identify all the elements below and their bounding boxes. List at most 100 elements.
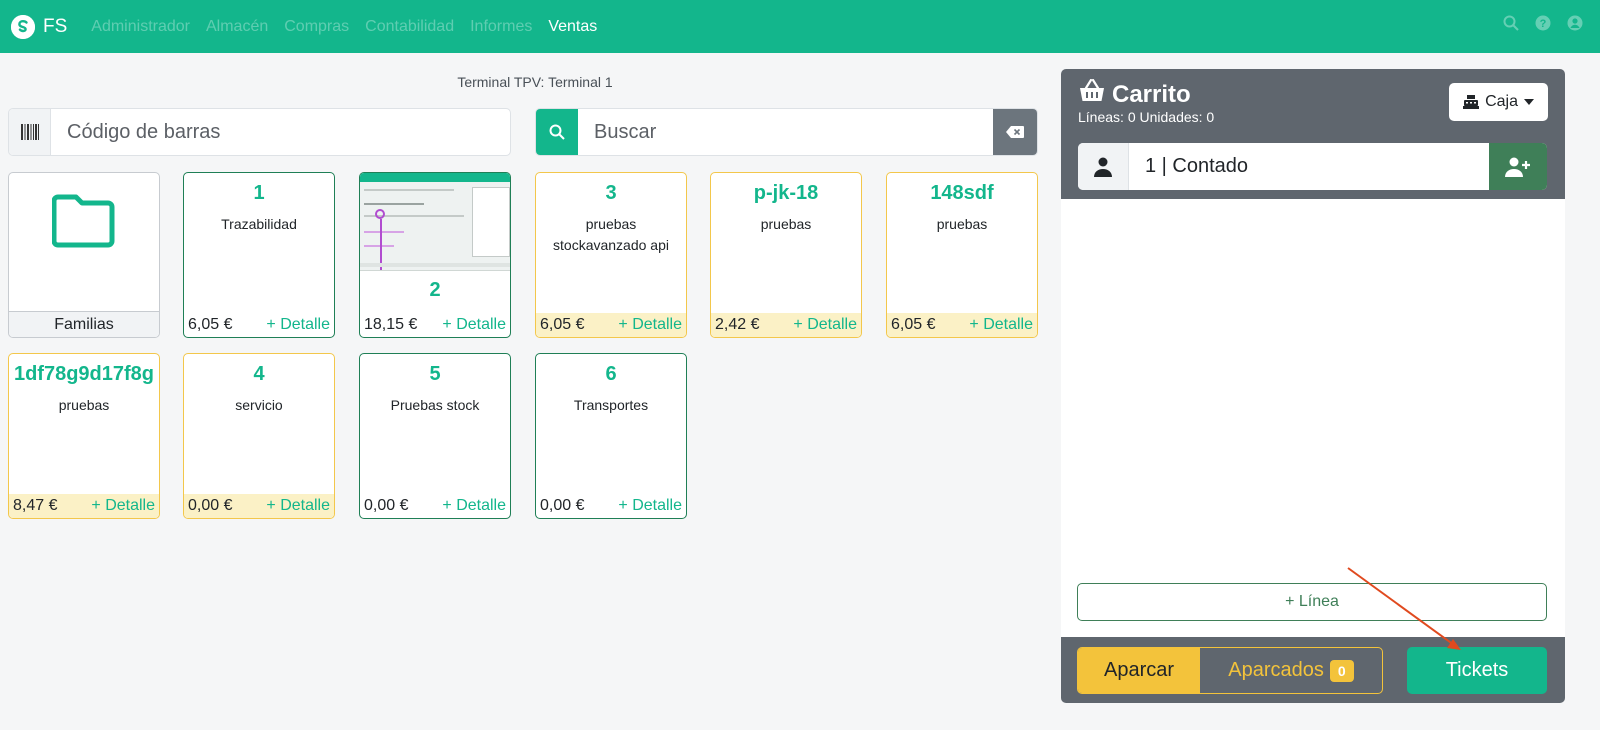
brand[interactable]: FS: [11, 14, 68, 39]
cart-summary: Líneas: 0 Unidades: 0: [1078, 109, 1215, 125]
barcode-input[interactable]: [51, 109, 510, 155]
product-card[interactable]: 4 servicio 0,00 € + Detalle: [183, 353, 335, 519]
help-icon[interactable]: ?: [1534, 14, 1552, 32]
top-navbar: FS Administrador Almacén Compras Contabi…: [0, 0, 1600, 53]
product-price: 6,05 €: [540, 316, 585, 333]
product-card[interactable]: 6 Transportes 0,00 € + Detalle: [535, 353, 687, 519]
product-card[interactable]: 148sdf pruebas 6,05 € + Detalle: [886, 172, 1038, 338]
product-detail-link[interactable]: + Detalle: [618, 497, 682, 515]
product-detail-link[interactable]: + Detalle: [266, 497, 330, 515]
product-footer: 6,05 € + Detalle: [887, 313, 1037, 337]
product-detail-link[interactable]: + Detalle: [793, 316, 857, 334]
menu-item-contabilidad[interactable]: Contabilidad: [365, 0, 454, 53]
basket-icon: [1078, 78, 1106, 110]
product-detail-link[interactable]: + Detalle: [266, 316, 330, 334]
menu-item-informes[interactable]: Informes: [470, 0, 532, 53]
product-description: servicio: [235, 397, 283, 413]
product-footer: 0,00 € + Detalle: [184, 494, 334, 518]
families-card[interactable]: Familias: [8, 172, 160, 338]
aparcados-count-badge: 0: [1329, 659, 1354, 682]
backspace-icon: [1006, 126, 1024, 138]
product-card[interactable]: 2 18,15 € + Detalle: [359, 172, 511, 338]
product-code: 5: [429, 363, 441, 385]
product-price: 0,00 €: [188, 497, 233, 514]
families-label: Familias: [9, 311, 159, 337]
product-card[interactable]: 1 Trazabilidad 6,05 € + Detalle: [183, 172, 335, 338]
product-detail-link[interactable]: + Detalle: [442, 316, 506, 334]
park-button-group: Aparcar Aparcados 0: [1077, 647, 1383, 694]
folder-icon: [9, 189, 159, 251]
product-price: 6,05 €: [891, 316, 936, 333]
menu-item-administrador[interactable]: Administrador: [91, 0, 190, 53]
menu-item-almacen[interactable]: Almacén: [206, 0, 268, 53]
barcode-input-group: [8, 108, 511, 156]
search-icon: [536, 109, 578, 155]
svg-text:?: ?: [1540, 18, 1547, 30]
product-price: 6,05 €: [188, 316, 233, 333]
user-plus-icon: [1505, 157, 1530, 177]
product-description: Transportes: [573, 397, 649, 413]
product-footer: 6,05 € + Detalle: [536, 313, 686, 337]
cart-title: Carrito: [1078, 78, 1191, 110]
product-code: 6: [605, 363, 617, 385]
cart-title-text: Carrito: [1112, 80, 1191, 108]
product-price: 18,15 €: [364, 316, 418, 333]
product-code: p-jk-18: [753, 182, 819, 204]
product-footer: 8,47 € + Detalle: [9, 494, 159, 518]
menu-item-compras[interactable]: Compras: [284, 0, 349, 53]
brand-name: FS: [43, 15, 68, 37]
user-icon[interactable]: [1566, 14, 1584, 32]
product-card[interactable]: 1df78g9d17f8g pruebas 8,47 € + Detalle: [8, 353, 160, 519]
user-icon: [1078, 143, 1129, 190]
main-menu: Administrador Almacén Compras Contabilid…: [91, 0, 613, 53]
cash-register-icon: [1463, 95, 1480, 109]
terminal-label: Terminal TPV: Terminal 1: [457, 74, 613, 90]
product-code: 148sdf: [930, 182, 994, 204]
product-detail-link[interactable]: + Detalle: [91, 497, 155, 515]
clear-search-button[interactable]: [993, 109, 1037, 155]
cart-panel: Carrito Líneas: 0 Unidades: 0 Caja 1 | C…: [1061, 69, 1565, 703]
product-price: 0,00 €: [364, 497, 409, 514]
aparcar-button[interactable]: Aparcar: [1078, 648, 1200, 693]
caja-dropdown-button[interactable]: Caja: [1449, 83, 1548, 121]
product-price: 8,47 €: [13, 497, 58, 514]
product-card[interactable]: 5 Pruebas stock 0,00 € + Detalle: [359, 353, 511, 519]
product-card[interactable]: p-jk-18 pruebas 2,42 € + Detalle: [710, 172, 862, 338]
product-code: 3: [605, 182, 617, 204]
product-description: pruebas: [58, 397, 110, 413]
add-customer-button[interactable]: [1489, 143, 1547, 190]
product-footer: 0,00 € + Detalle: [360, 494, 510, 518]
product-footer: 2,42 € + Detalle: [711, 313, 861, 337]
product-description: Pruebas stock: [390, 397, 480, 413]
product-price: 0,00 €: [540, 497, 585, 514]
aparcados-button[interactable]: Aparcados 0: [1200, 648, 1382, 693]
search-input[interactable]: [578, 109, 993, 155]
menu-item-ventas[interactable]: Ventas: [548, 0, 597, 53]
add-line-button[interactable]: + Línea: [1077, 583, 1547, 621]
tickets-button[interactable]: Tickets: [1407, 647, 1547, 694]
customer-field[interactable]: 1 | Contado: [1129, 143, 1489, 190]
product-detail-link[interactable]: + Detalle: [969, 316, 1033, 334]
customer-input-group: 1 | Contado: [1078, 143, 1547, 190]
product-code: 2: [429, 279, 441, 301]
product-image: [360, 173, 510, 271]
caja-label: Caja: [1485, 93, 1518, 110]
product-description: pruebas: [760, 216, 812, 232]
product-footer: 6,05 € + Detalle: [184, 313, 334, 337]
navbar-icons: ?: [1502, 14, 1584, 32]
barcode-icon: [9, 109, 51, 155]
product-card[interactable]: 3 pruebas stockavanzado api 6,05 € + Det…: [535, 172, 687, 338]
product-description: pruebas stockavanzado api: [553, 216, 669, 253]
product-description: pruebas: [936, 216, 988, 232]
product-code: 4: [253, 363, 265, 385]
product-description: Trazabilidad: [221, 216, 297, 232]
product-detail-link[interactable]: + Detalle: [442, 497, 506, 515]
search-icon[interactable]: [1502, 14, 1520, 32]
product-detail-link[interactable]: + Detalle: [618, 316, 682, 334]
product-price: 2,42 €: [715, 316, 760, 333]
brand-logo-icon: [11, 14, 35, 39]
product-footer: 18,15 € + Detalle: [360, 313, 510, 337]
product-footer: 0,00 € + Detalle: [536, 494, 686, 518]
chevron-down-icon: [1524, 99, 1534, 105]
aparcados-label: Aparcados: [1228, 659, 1324, 681]
